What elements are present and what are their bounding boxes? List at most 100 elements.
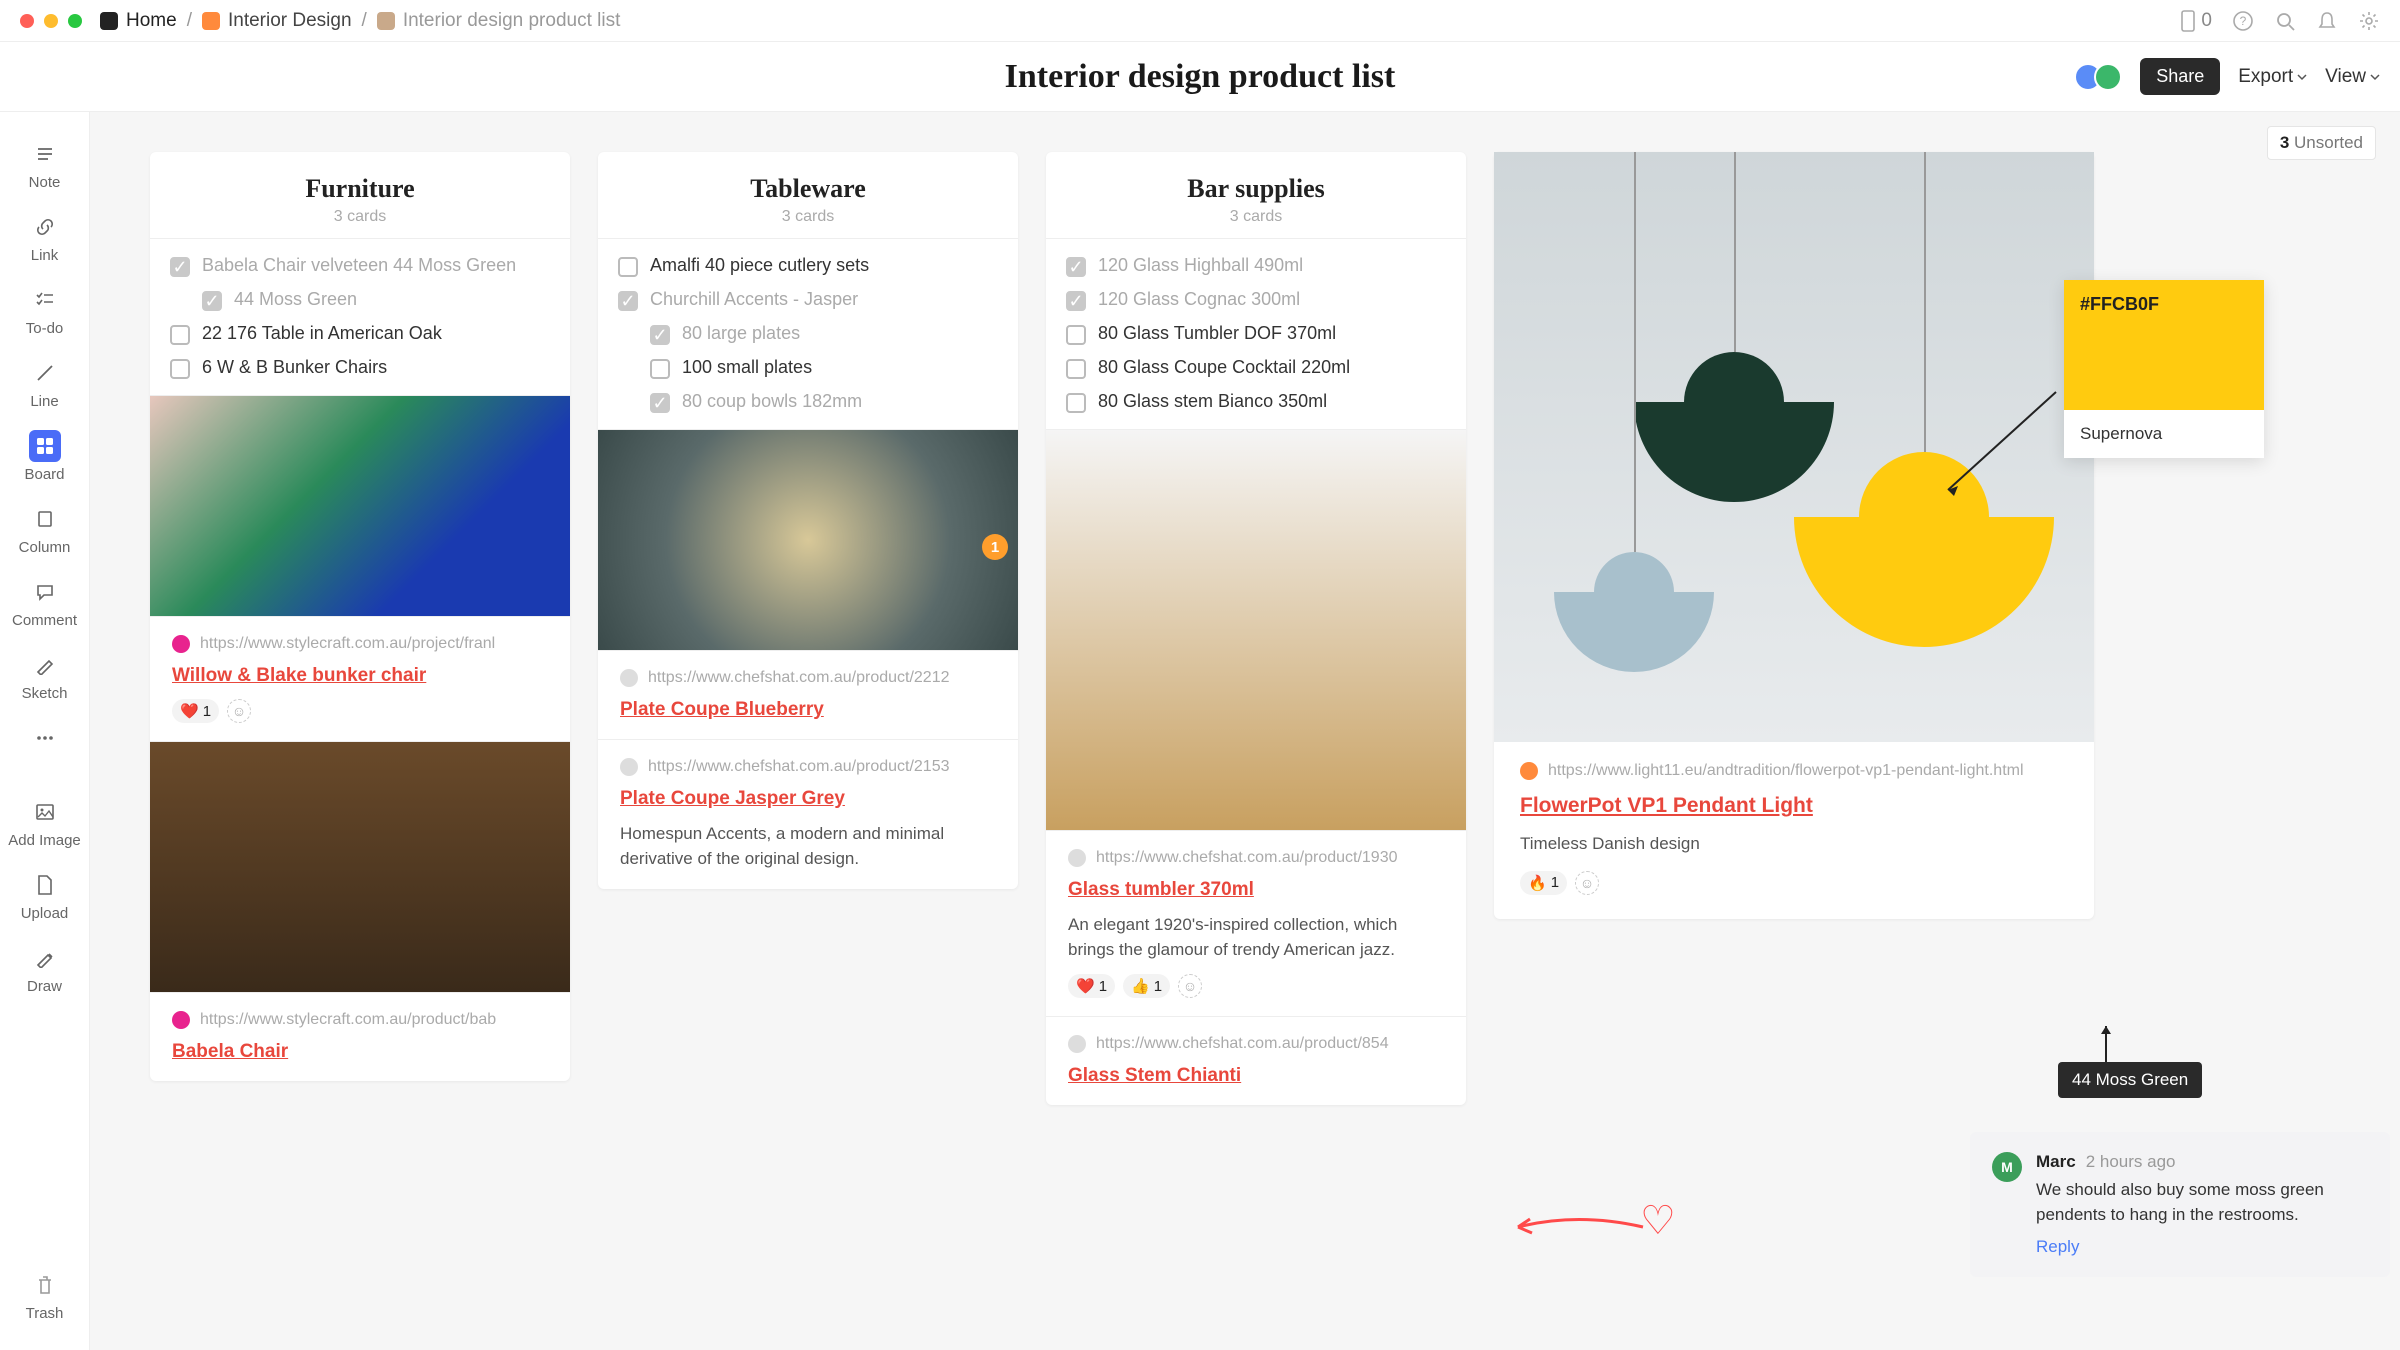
collaborator-avatars[interactable]	[2082, 63, 2122, 91]
detail-card[interactable]: #FFCB0F Supernova https://www.light11.eu…	[1494, 152, 2094, 919]
todo-item[interactable]: 80 Glass Coupe Cocktail 220ml	[1066, 357, 1446, 379]
rail-column[interactable]: Column	[0, 499, 89, 564]
phone-icon	[2179, 10, 2197, 32]
image-card[interactable]	[1046, 429, 1466, 830]
todo-item[interactable]: ✓Babela Chair velveteen 44 Moss Green	[170, 255, 550, 277]
favicon-icon	[172, 635, 190, 653]
reaction[interactable]: ❤️1	[1068, 974, 1115, 998]
rail-line[interactable]: Line	[0, 353, 89, 418]
checkbox-icon	[618, 257, 638, 277]
breadcrumb-leaf[interactable]: Interior design product list	[377, 10, 621, 32]
svg-text:?: ?	[2240, 14, 2247, 28]
breadcrumb-sep: /	[362, 10, 367, 32]
todo-item[interactable]: 80 Glass stem Bianco 350ml	[1066, 391, 1446, 413]
todo-icon	[29, 284, 61, 316]
link-title[interactable]: Plate Coupe Blueberry	[620, 699, 996, 721]
board-canvas[interactable]: 3 Unsorted Furniture 3 cards ✓Babela Cha…	[90, 112, 2400, 1350]
add-reaction-icon[interactable]: ☺	[1178, 974, 1202, 998]
todo-item[interactable]: ✓Churchill Accents - Jasper	[618, 289, 998, 311]
link-title[interactable]: Babela Chair	[172, 1041, 548, 1063]
image-card[interactable]	[150, 741, 570, 992]
todo-item[interactable]: ✓80 coup bowls 182mm	[618, 391, 998, 413]
todo-item[interactable]: Amalfi 40 piece cutlery sets	[618, 255, 998, 277]
comment-count-badge[interactable]: 1	[982, 534, 1008, 560]
bell-icon[interactable]	[2316, 10, 2338, 32]
todo-item[interactable]: ✓44 Moss Green	[170, 289, 550, 311]
maximize-dot[interactable]	[68, 14, 82, 28]
export-button[interactable]: Export	[2238, 66, 2307, 88]
favicon-icon	[620, 758, 638, 776]
column-bar-supplies[interactable]: Bar supplies 3 cards ✓120 Glass Highball…	[1046, 152, 1466, 1105]
comment-bubble[interactable]: M Marc2 hours ago We should also buy som…	[1970, 1132, 2390, 1277]
swatch-hex: #FFCB0F	[2064, 280, 2264, 410]
link-card[interactable]: https://www.chefshat.com.au/product/1930…	[1046, 830, 1466, 1016]
rail-link[interactable]: Link	[0, 207, 89, 272]
devices-button[interactable]: 0	[2179, 10, 2212, 32]
rail-todo[interactable]: To-do	[0, 280, 89, 345]
column-furniture[interactable]: Furniture 3 cards ✓Babela Chair velvetee…	[150, 152, 570, 1081]
share-button[interactable]: Share	[2140, 58, 2220, 95]
image-card[interactable]	[150, 395, 570, 616]
reply-button[interactable]: Reply	[2036, 1237, 2079, 1256]
link-card[interactable]: https://www.chefshat.com.au/product/2212…	[598, 650, 1018, 739]
help-icon[interactable]: ?	[2232, 10, 2254, 32]
breadcrumb-interior[interactable]: Interior Design	[202, 10, 352, 32]
rail-note[interactable]: Note	[0, 134, 89, 199]
minimize-dot[interactable]	[44, 14, 58, 28]
rail-draw[interactable]: Draw	[0, 938, 89, 1003]
favicon-icon	[172, 1011, 190, 1029]
checkbox-icon: ✓	[650, 393, 670, 413]
todo-item[interactable]: ✓120 Glass Cognac 300ml	[1066, 289, 1446, 311]
gear-icon[interactable]	[2358, 10, 2380, 32]
page-title: Interior design product list	[1005, 58, 1396, 96]
rail-more[interactable]	[0, 718, 89, 762]
chevron-down-icon	[2370, 72, 2380, 82]
unsorted-badge[interactable]: 3 Unsorted	[2267, 126, 2376, 160]
todo-item[interactable]: 100 small plates	[618, 357, 998, 379]
view-button[interactable]: View	[2325, 66, 2380, 88]
add-reaction-icon[interactable]: ☺	[1575, 871, 1599, 895]
reaction[interactable]: 👍1	[1123, 974, 1170, 998]
rail-upload[interactable]: Upload	[0, 865, 89, 930]
link-title[interactable]: Glass Stem Chianti	[1068, 1065, 1444, 1087]
todo-list: ✓120 Glass Highball 490ml ✓120 Glass Cog…	[1046, 238, 1466, 429]
link-card[interactable]: https://www.stylecraft.com.au/project/fr…	[150, 616, 570, 741]
link-card[interactable]: https://www.stylecraft.com.au/product/ba…	[150, 992, 570, 1081]
reaction[interactable]: ❤️1	[172, 699, 219, 723]
home-icon	[100, 12, 118, 30]
link-card[interactable]: https://www.chefshat.com.au/product/854 …	[1046, 1016, 1466, 1105]
rail-trash[interactable]: Trash	[0, 1265, 89, 1330]
image-card[interactable]: 1	[598, 429, 1018, 650]
rail-board[interactable]: Board	[0, 426, 89, 491]
close-dot[interactable]	[20, 14, 34, 28]
link-title[interactable]: Willow & Blake bunker chair	[172, 665, 548, 687]
add-reaction-icon[interactable]: ☺	[227, 699, 251, 723]
reaction[interactable]: 🔥1	[1520, 871, 1567, 895]
checkbox-icon	[1066, 393, 1086, 413]
color-swatch[interactable]: #FFCB0F Supernova	[2064, 280, 2264, 458]
todo-item[interactable]: ✓120 Glass Highball 490ml	[1066, 255, 1446, 277]
link-title[interactable]: Glass tumbler 370ml	[1068, 879, 1444, 901]
rail-sketch[interactable]: Sketch	[0, 645, 89, 710]
search-icon[interactable]	[2274, 10, 2296, 32]
traffic-lights	[20, 14, 82, 28]
favicon-icon	[1520, 762, 1538, 780]
color-tag-pill[interactable]: 44 Moss Green	[2058, 1062, 2202, 1098]
rail-add-image[interactable]: Add Image	[0, 792, 89, 857]
column-tableware[interactable]: Tableware 3 cards Amalfi 40 piece cutler…	[598, 152, 1018, 889]
product-title[interactable]: FlowerPot VP1 Pendant Light	[1520, 794, 2068, 818]
link-card[interactable]: https://www.chefshat.com.au/product/2153…	[598, 739, 1018, 889]
todo-item[interactable]: 22 176 Table in American Oak	[170, 323, 550, 345]
doc-icon	[377, 12, 395, 30]
note-icon	[29, 138, 61, 170]
photo-placeholder	[150, 396, 570, 616]
favicon-icon	[620, 669, 638, 687]
todo-item[interactable]: ✓80 large plates	[618, 323, 998, 345]
column-header: Tableware 3 cards	[598, 152, 1018, 238]
todo-item[interactable]: 6 W & B Bunker Chairs	[170, 357, 550, 379]
rail-comment[interactable]: Comment	[0, 572, 89, 637]
link-title[interactable]: Plate Coupe Jasper Grey	[620, 788, 996, 810]
todo-item[interactable]: 80 Glass Tumbler DOF 370ml	[1066, 323, 1446, 345]
checkbox-icon	[1066, 359, 1086, 379]
breadcrumb-home[interactable]: Home	[100, 10, 177, 32]
